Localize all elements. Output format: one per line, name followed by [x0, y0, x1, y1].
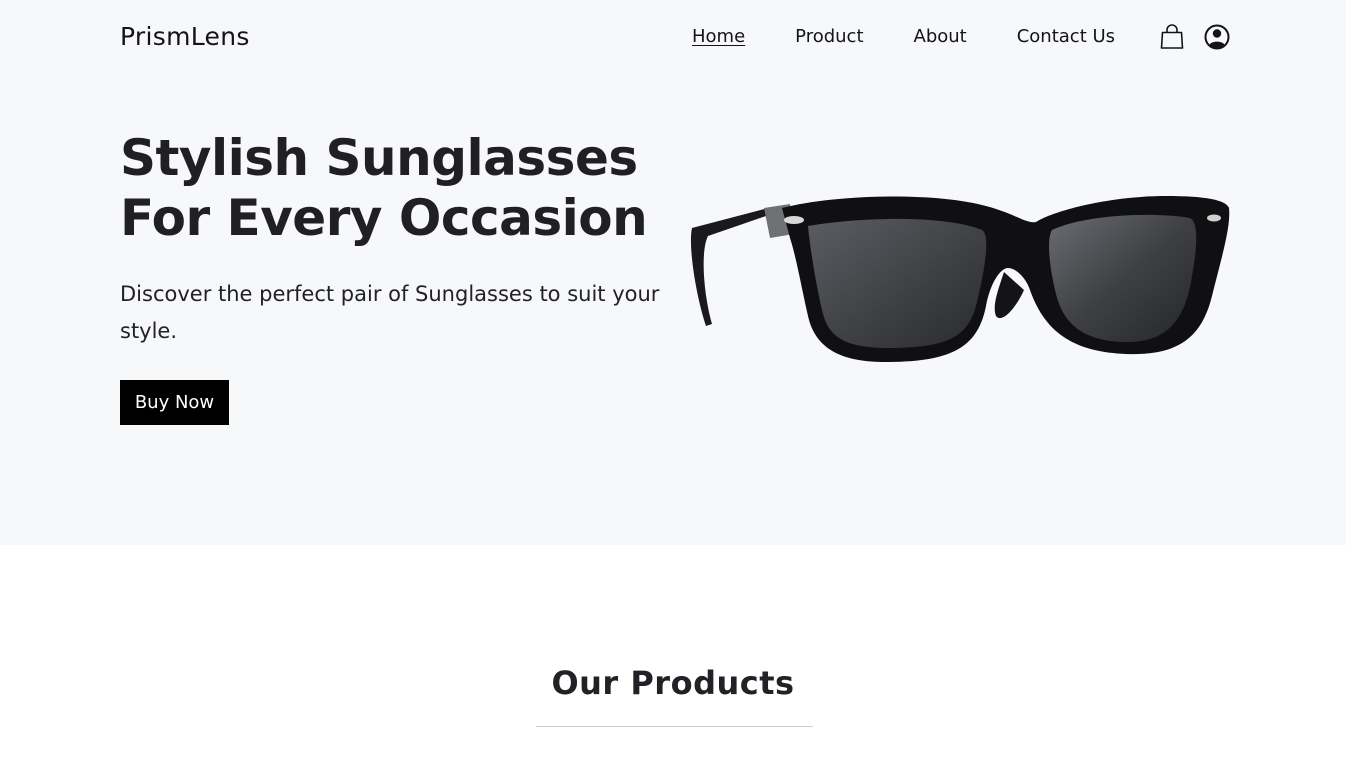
- hero-subtitle: Discover the perfect pair of Sunglasses …: [120, 282, 660, 343]
- nav-link-home[interactable]: Home: [692, 26, 745, 47]
- sunglasses-image: [686, 186, 1234, 370]
- products-section-title: Our Products: [551, 664, 795, 702]
- shopping-bag-icon[interactable]: [1158, 22, 1186, 52]
- nav-links: Home Product About Contact Us: [692, 26, 1115, 47]
- nav-link-about[interactable]: About: [914, 26, 967, 47]
- section-divider: [536, 726, 813, 727]
- user-account-icon[interactable]: [1203, 22, 1231, 52]
- navbar: PrismLens Home Product About Contact Us: [0, 0, 1346, 76]
- nav-link-product[interactable]: Product: [795, 26, 863, 47]
- hero-title: Stylish Sunglasses For Every Occasion: [120, 129, 648, 247]
- buy-now-button[interactable]: Buy Now: [120, 380, 229, 425]
- nav-link-contact-us[interactable]: Contact Us: [1017, 26, 1115, 47]
- brand-logo[interactable]: PrismLens: [120, 22, 250, 51]
